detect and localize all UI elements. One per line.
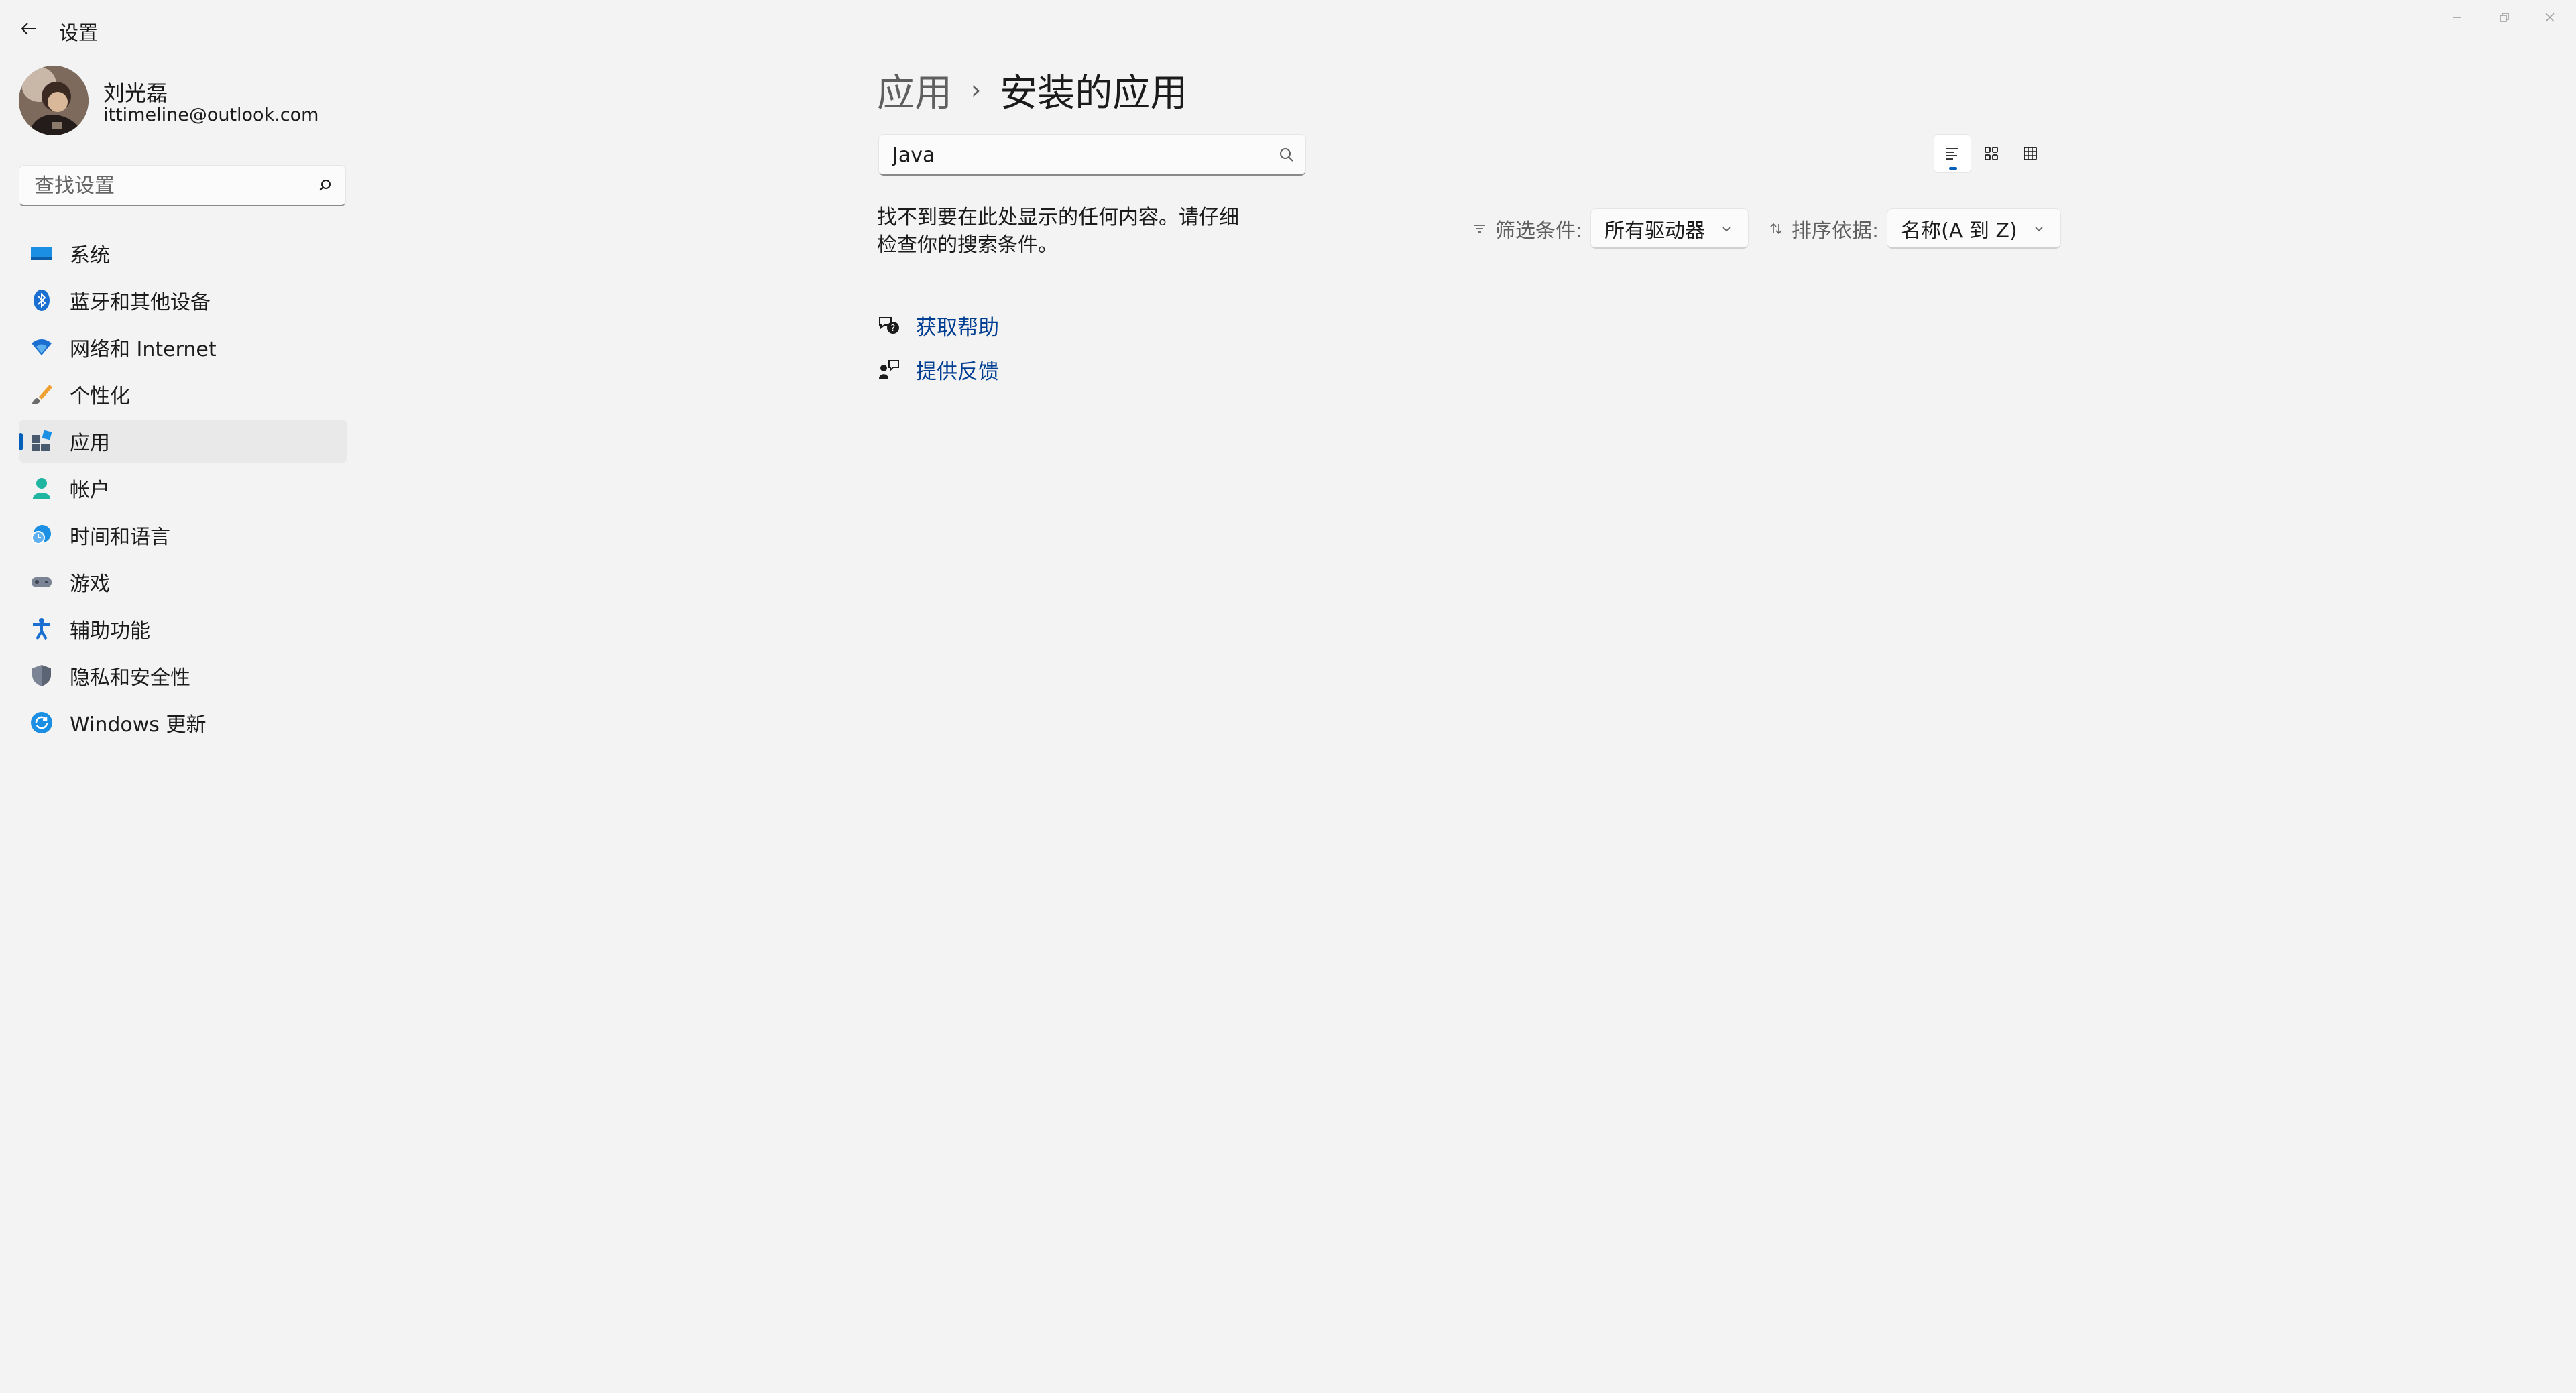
sidebar-item-label: 帐户 (70, 479, 110, 502)
apps-icon (28, 428, 55, 455)
filter-icon (1474, 225, 1485, 233)
sort-control: 排序依据: 名称(A 到 Z) (1769, 208, 2061, 249)
sidebar-item-accounts[interactable]: 帐户 (19, 467, 347, 509)
user-profile[interactable]: 刘光磊 ittimeline@outlook.com (19, 66, 354, 135)
empty-results-message: 找不到要在此处显示的任何内容。请仔细检查你的搜索条件。 (877, 206, 1239, 257)
sidebar-item-bluetooth[interactable]: 蓝牙和其他设备 (19, 279, 347, 322)
settings-search-input[interactable] (33, 166, 304, 206)
app-title: 设置 (59, 21, 99, 44)
filter-control: 筛选条件: 所有驱动器 (1472, 208, 1749, 249)
filter-label: 筛选条件: (1495, 219, 1583, 243)
minimize-button[interactable] (2439, 4, 2475, 31)
sidebar-item-label: 辅助功能 (70, 619, 150, 643)
sort-icon (1770, 223, 1782, 235)
search-icon[interactable] (1277, 145, 1296, 164)
sidebar-item-apps[interactable]: 应用 (19, 420, 347, 463)
accessibility-icon (28, 615, 55, 642)
close-button[interactable] (2532, 4, 2568, 31)
user-email: ittimeline@outlook.com (103, 105, 319, 125)
sort-label: 排序依据: (1792, 219, 1879, 243)
chevron-down-icon (1722, 226, 1731, 231)
sidebar-item-label: 游戏 (70, 572, 110, 596)
sidebar-item-network[interactable]: 网络和 Internet (19, 326, 347, 369)
paintbrush-icon (28, 381, 55, 408)
person-icon (28, 475, 55, 501)
sidebar-item-system[interactable]: 系统 (19, 232, 347, 275)
restore-button[interactable] (2486, 4, 2522, 31)
globe-clock-icon (28, 522, 55, 548)
feedback-icon (877, 357, 901, 381)
sidebar-item-privacy[interactable]: 隐私和安全性 (19, 654, 347, 697)
minimize-icon (2453, 17, 2461, 18)
gamepad-icon (28, 568, 55, 595)
sidebar-item-windows-update[interactable]: Windows 更新 (19, 701, 347, 744)
sidebar-item-label: 系统 (70, 244, 110, 267)
sidebar-item-label: 网络和 Internet (70, 338, 217, 361)
bluetooth-icon (28, 287, 55, 314)
list-view-icon (1946, 148, 1958, 160)
sidebar-item-label: 隐私和安全性 (70, 666, 190, 690)
title-bar: 设置 (0, 0, 2576, 56)
breadcrumb: 应用 › 安装的应用 (877, 63, 1187, 117)
sidebar-item-label: Windows 更新 (70, 713, 207, 737)
grid-view-icon (2024, 147, 2037, 160)
grid-view-button[interactable] (2011, 134, 2049, 173)
filter-dropdown[interactable]: 所有驱动器 (1590, 208, 1749, 249)
breadcrumb-separator: › (971, 75, 982, 105)
get-help-label[interactable]: 获取帮助 (916, 310, 999, 341)
filter-value: 所有驱动器 (1604, 219, 1706, 243)
give-feedback-link[interactable]: 提供反馈 (877, 353, 999, 386)
search-icon[interactable] (317, 178, 333, 194)
sidebar-item-label: 时间和语言 (70, 526, 170, 549)
monitor-icon (28, 240, 55, 267)
settings-window: 设置 刘光磊 ittimeline@outlook.com 查找设置 系统 蓝牙… (0, 0, 2576, 1393)
svg-text:?: ? (891, 324, 896, 334)
close-icon (2545, 13, 2555, 22)
sidebar-item-label: 蓝牙和其他设备 (70, 291, 211, 314)
sidebar-item-gaming[interactable]: 游戏 (19, 560, 347, 603)
user-name: 刘光磊 (103, 80, 168, 106)
sidebar-item-accessibility[interactable]: 辅助功能 (19, 607, 347, 650)
back-arrow-icon (21, 23, 36, 35)
chevron-down-icon (2035, 226, 2043, 231)
app-search-box[interactable] (878, 134, 1306, 176)
list-view-button[interactable] (1934, 134, 1971, 173)
avatar (19, 66, 89, 135)
tile-view-button[interactable] (1973, 134, 2010, 173)
sidebar-item-time-language[interactable]: 时间和语言 (19, 513, 347, 556)
get-help-link[interactable]: ? 获取帮助 (877, 308, 999, 342)
view-mode-toggle (1934, 134, 2050, 174)
update-icon (28, 709, 55, 736)
back-button[interactable] (13, 13, 44, 44)
sort-dropdown[interactable]: 名称(A 到 Z) (1887, 208, 2061, 249)
sort-value: 名称(A 到 Z) (1901, 219, 2017, 243)
page-title: 安装的应用 (1000, 71, 1188, 115)
app-search-input[interactable] (891, 135, 1269, 175)
wifi-icon (28, 334, 55, 361)
sidebar-nav: 系统 蓝牙和其他设备 网络和 Internet 个性化 应用 帐户 时间和语言 … (19, 232, 347, 748)
selection-indicator (19, 433, 23, 450)
tile-view-icon (1985, 147, 1998, 160)
sidebar-item-personalization[interactable]: 个性化 (19, 373, 347, 416)
restore-icon (2500, 13, 2509, 22)
shield-icon (28, 662, 55, 689)
sidebar-item-label: 应用 (70, 432, 110, 455)
breadcrumb-parent[interactable]: 应用 (877, 63, 952, 117)
sidebar-item-label: 个性化 (70, 385, 130, 408)
help-chat-icon: ? (877, 313, 901, 337)
settings-search-box[interactable] (19, 165, 346, 206)
give-feedback-label[interactable]: 提供反馈 (916, 355, 999, 385)
